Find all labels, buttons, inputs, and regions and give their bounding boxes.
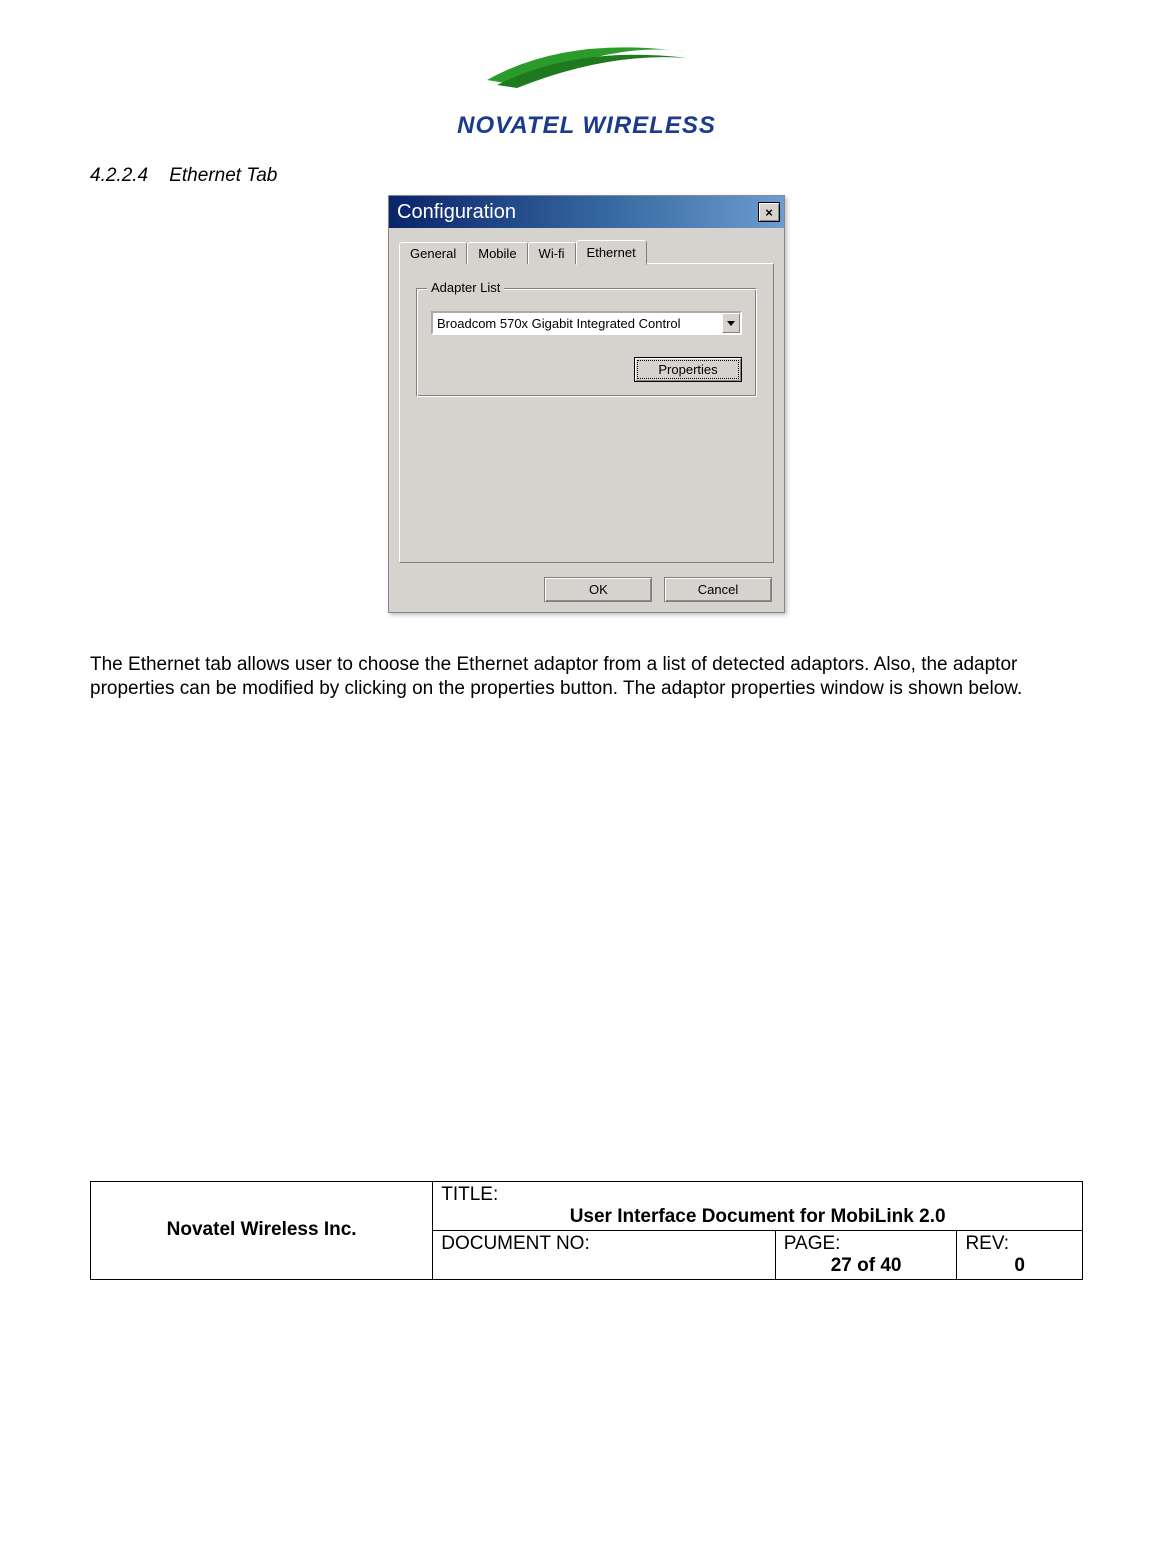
close-button[interactable]: × [758, 202, 780, 222]
dialog-body: General Mobile Wi-fi Ethernet Adapter Li… [389, 228, 784, 571]
title-value: User Interface Document for MobiLink 2.0 [441, 1206, 1074, 1228]
properties-row: Properties [431, 357, 742, 382]
rev-label: REV: [965, 1233, 1009, 1254]
ok-button[interactable]: OK [544, 577, 652, 602]
section-heading: 4.2.2.4 Ethernet Tab [90, 165, 1083, 187]
adapter-list-groupbox: Adapter List Broadcom 570x Gigabit Integ… [416, 288, 757, 397]
page-label: PAGE: [784, 1233, 841, 1254]
body-paragraph: The Ethernet tab allows user to choose t… [90, 653, 1083, 701]
dialog-screenshot-wrap: Configuration × General Mobile Wi-fi Eth… [90, 195, 1083, 613]
company-cell: Novatel Wireless Inc. [91, 1181, 433, 1279]
logo-text: NOVATEL WIRELESS [447, 112, 727, 140]
docno-cell: DOCUMENT NO: [433, 1230, 776, 1279]
tab-ethernet[interactable]: Ethernet [576, 240, 647, 265]
document-footer-table: Novatel Wireless Inc. TITLE: User Interf… [90, 1181, 1083, 1280]
rev-cell: REV: 0 [957, 1230, 1083, 1279]
adapter-list-combobox[interactable]: Broadcom 570x Gigabit Integrated Control [431, 311, 742, 335]
logo-container: NOVATEL WIRELESS [90, 30, 1083, 145]
close-icon: × [765, 205, 773, 220]
swoosh-icon [477, 30, 697, 90]
document-page: NOVATEL WIRELESS 4.2.2.4 Ethernet Tab Co… [0, 0, 1173, 1320]
title-cell: TITLE: User Interface Document for MobiL… [433, 1181, 1083, 1230]
title-label: TITLE: [441, 1184, 498, 1205]
tabstrip: General Mobile Wi-fi Ethernet [399, 238, 774, 263]
chevron-down-icon[interactable] [722, 313, 740, 333]
tab-panel-ethernet: Adapter List Broadcom 570x Gigabit Integ… [399, 263, 774, 563]
novatel-logo: NOVATEL WIRELESS [447, 30, 727, 140]
properties-button[interactable]: Properties [634, 357, 742, 382]
dialog-titlebar: Configuration × [389, 196, 784, 228]
rev-value: 0 [965, 1255, 1074, 1277]
tab-mobile[interactable]: Mobile [467, 242, 527, 264]
adapter-list-label: Adapter List [427, 280, 504, 295]
tab-general[interactable]: General [399, 242, 467, 264]
page-cell: PAGE: 27 of 40 [775, 1230, 957, 1279]
docno-label: DOCUMENT NO: [441, 1233, 589, 1254]
tab-wifi[interactable]: Wi-fi [528, 242, 576, 264]
dialog-title: Configuration [397, 201, 516, 224]
cancel-button[interactable]: Cancel [664, 577, 772, 602]
section-title: Ethernet Tab [169, 165, 277, 186]
adapter-list-value: Broadcom 570x Gigabit Integrated Control [433, 316, 722, 331]
configuration-dialog: Configuration × General Mobile Wi-fi Eth… [388, 195, 785, 613]
dialog-footer: OK Cancel [389, 571, 784, 612]
page-value: 27 of 40 [784, 1255, 949, 1277]
section-number: 4.2.2.4 [90, 165, 148, 186]
